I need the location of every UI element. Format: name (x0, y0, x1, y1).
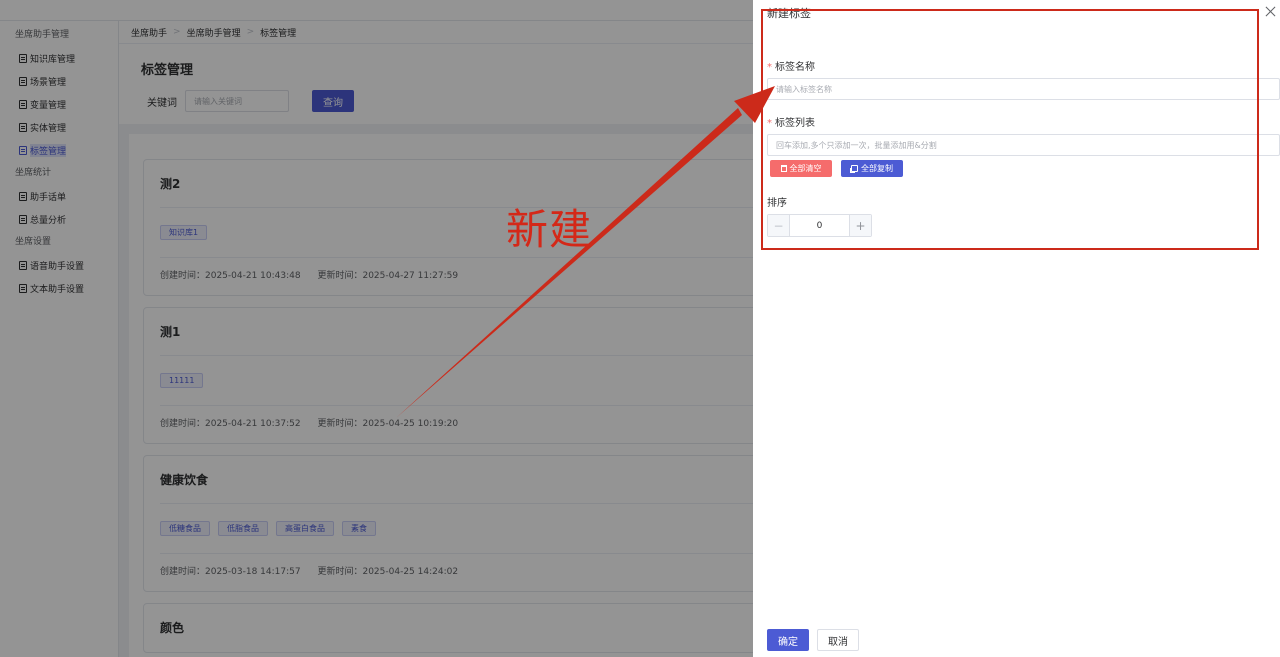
annotation-text: 新建 (506, 205, 593, 254)
tag-list-label-text: 标签列表 (775, 118, 815, 129)
sort-value-input[interactable]: 0 (790, 215, 849, 236)
tag-name-label: * 标签名称 (767, 58, 815, 73)
drawer-title: 新建标签 (767, 7, 811, 20)
increment-button[interactable]: + (849, 215, 871, 236)
new-tag-drawer: 新建标签 * 标签名称 请输入标签名称 * 标签列表 回车添加,多个只添加一次，批量… (753, 0, 1280, 657)
sort-stepper: − 0 + (767, 214, 872, 237)
clear-all-button[interactable]: 全部清空 (770, 160, 832, 177)
required-mark: * (767, 118, 772, 129)
tag-name-input[interactable]: 请输入标签名称 (767, 78, 1280, 100)
tag-list-label: * 标签列表 (767, 114, 815, 129)
close-icon[interactable] (1265, 6, 1276, 17)
tag-name-label-text: 标签名称 (775, 62, 815, 73)
sort-label: 排序 (767, 198, 787, 209)
tag-list-input[interactable]: 回车添加,多个只添加一次，批量添加用&分割 (767, 134, 1280, 156)
confirm-button[interactable]: 确定 (767, 629, 809, 651)
cancel-button[interactable]: 取消 (817, 629, 859, 651)
trash-icon (780, 165, 787, 172)
required-mark: * (767, 62, 772, 73)
clear-all-label: 全部清空 (789, 164, 822, 173)
copy-all-label: 全部复制 (861, 164, 893, 173)
copy-all-button[interactable]: 全部复制 (841, 160, 903, 177)
copy-icon (851, 165, 858, 172)
modal-overlay[interactable] (0, 0, 753, 657)
decrement-button[interactable]: − (768, 215, 790, 236)
